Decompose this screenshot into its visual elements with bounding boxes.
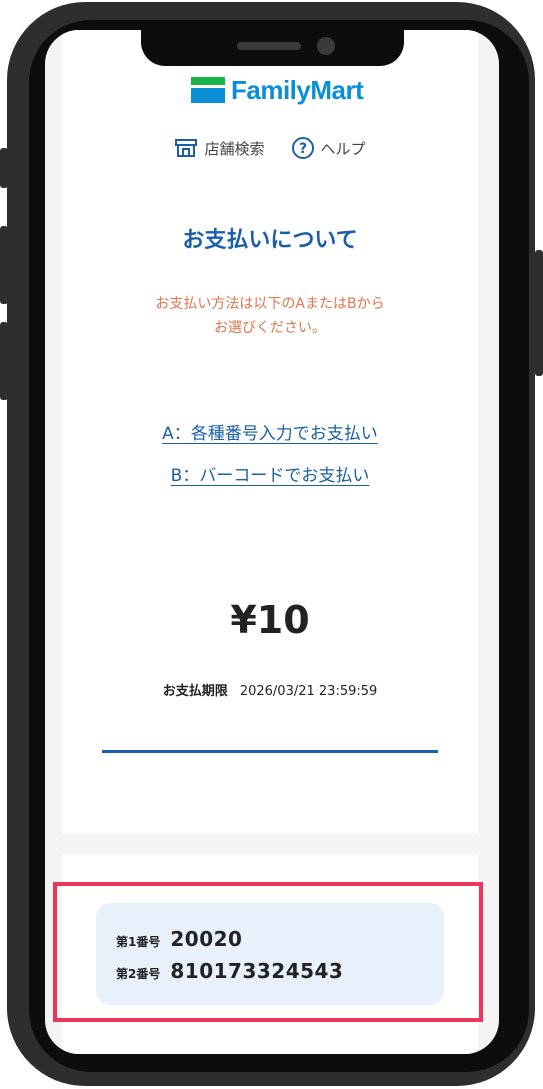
familymart-logo-icon [191, 77, 225, 103]
deadline-value: 2026/03/21 23:59:59 [239, 684, 378, 699]
store-search-link[interactable]: 店舗検索 [174, 136, 265, 160]
first-number-value: 20020 [170, 927, 243, 951]
logo-text: FamilyMart [231, 74, 364, 105]
notice-line-1: お支払い方法は以下のAまたはBから [155, 296, 385, 312]
section-divider [102, 750, 438, 753]
payment-deadline: お支払期限 2026/03/21 23:59:59 [62, 680, 478, 699]
first-number-row: 第1番号 20020 [116, 927, 242, 951]
side-button-power [535, 250, 543, 376]
payment-code-card: 第1番号 20020 第2番号 810173324543 [96, 903, 444, 1005]
payment-page: FamilyMart 店舗検索 ? ヘルプ お支払いについて お支払い方法は以下… [62, 30, 478, 833]
store-icon [175, 139, 198, 157]
phone-notch [141, 30, 404, 66]
speaker-grille [237, 42, 301, 50]
second-number-value: 810173324543 [170, 959, 344, 983]
second-number-row: 第2番号 810173324543 [116, 959, 343, 983]
help-icon: ? [291, 137, 314, 159]
notice-line-2: お選びください。 [214, 320, 326, 336]
option-b-link[interactable]: B：バーコードでお支払い [62, 461, 478, 486]
help-link[interactable]: ? ヘルプ [291, 136, 366, 160]
help-label: ヘルプ [320, 139, 366, 158]
option-a-link[interactable]: A：各種番号入力でお支払い [62, 419, 478, 444]
side-button-volume-up [0, 226, 8, 304]
first-number-label: 第1番号 [116, 935, 161, 949]
payment-amount: ¥10 [230, 598, 310, 642]
top-nav: 店舗検索 ? ヘルプ [62, 136, 478, 160]
svg-text:?: ? [298, 141, 306, 157]
side-button-mute [0, 148, 8, 188]
deadline-label: お支払期限 [162, 684, 228, 699]
familymart-logo: FamilyMart [191, 72, 364, 108]
phone-screen: FamilyMart 店舗検索 ? ヘルプ お支払いについて お支払い方法は以下… [45, 30, 499, 1054]
payment-method-notice: お支払い方法は以下のAまたはBから お選びください。 [62, 292, 478, 340]
second-number-label: 第2番号 [116, 967, 161, 981]
front-camera [317, 37, 335, 55]
side-button-volume-down [0, 322, 8, 400]
page-title: お支払いについて [182, 228, 358, 253]
payment-codes-section: 第1番号 20020 第2番号 810173324543 [62, 855, 478, 1054]
store-search-label: 店舗検索 [204, 139, 265, 158]
